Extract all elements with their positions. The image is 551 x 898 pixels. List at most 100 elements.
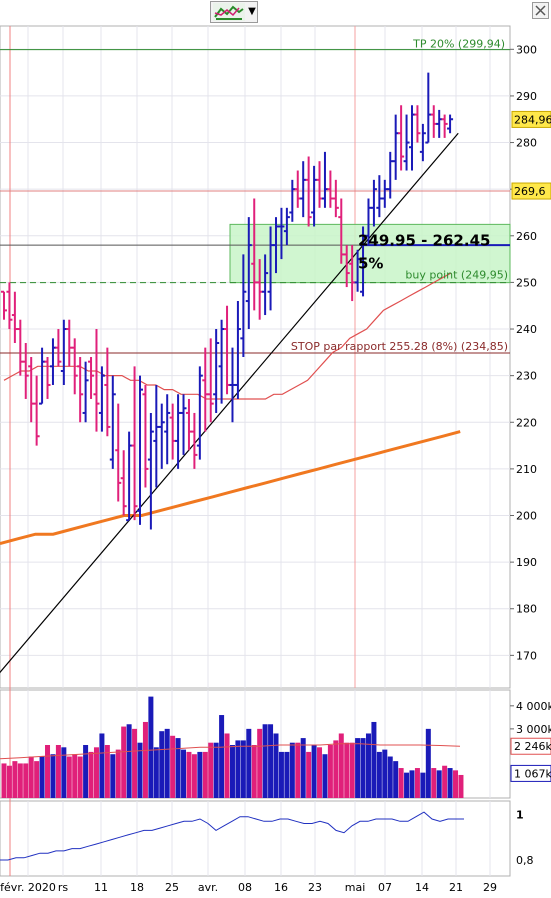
volume-bar [311,745,317,798]
volume-bar [17,763,23,798]
volume-bar [126,724,132,798]
volume-bar [431,768,437,798]
x-tick-label: 16 [274,881,288,894]
y-tick-label: 210 [516,463,537,476]
y-tick-label: 190 [516,556,537,569]
volume-bar [295,742,301,798]
volume-bar [355,738,361,798]
volume-bar [365,733,371,798]
volume-bar [132,728,138,798]
volume-bar [453,770,459,798]
volume-bar [398,768,404,798]
volume-bar [458,774,464,798]
volume-bar [317,747,323,798]
volume-bar [300,738,306,798]
volume-bar [208,742,214,798]
x-tick-label: 08 [238,881,252,894]
volume-bar [306,751,312,798]
volume-bar [409,770,415,798]
volume-bar [6,765,12,798]
buy-zone-range-label: 249.95 - 262.45 [358,231,490,249]
volume-bar [88,751,94,798]
osc-tick-1: 1 [516,808,524,821]
volume-bar [12,761,18,798]
volume-bar [387,756,393,798]
chart-indicator-icon[interactable] [213,3,245,21]
indicator-toolbar[interactable]: ▼ [210,1,258,23]
volume-bar [28,756,34,798]
volume-bar [420,772,426,798]
x-tick-label: avr. [198,881,218,894]
volume-bar [229,745,235,798]
volume-bar [202,751,208,798]
y-tick-label: 200 [516,510,537,523]
volume-bar [72,754,78,798]
volume-bar [39,756,45,798]
y-tick-label: 170 [516,649,537,662]
volume-bar [360,738,366,798]
volume-bar [278,751,284,798]
volume-bar [213,742,219,798]
volume-bar [197,751,203,798]
x-tick-label: 21 [449,881,463,894]
volume-bar [186,751,192,798]
volume-bar [148,696,154,798]
oscillator-panel [0,800,511,877]
x-tick-label: 25 [165,881,179,894]
volume-bar [121,726,127,798]
volume-bar [349,742,355,798]
y-tick-label: 230 [516,370,537,383]
volume-bar [414,768,420,798]
last-price-tag: 284,96 [514,113,551,126]
volume-bar [268,724,274,798]
x-tick-label: 07 [378,881,392,894]
volume-bar [425,728,431,798]
volume-bar [224,733,230,798]
volume-bar [50,754,56,798]
volume-bar [45,745,51,798]
x-tick-label: 11 [94,881,108,894]
vol-tick-3000: 3 000k [516,723,551,736]
y-tick-label: 180 [516,603,537,616]
volume-bar [251,745,257,798]
volume-bar [99,733,105,798]
volume-bar [219,715,225,798]
chevron-down-icon[interactable]: ▼ [247,4,257,20]
stop-label: STOP par rapport 255.28 (8%) (234,85) [291,340,508,353]
volume-bar [447,768,453,798]
volume-bar [246,728,252,798]
volume-bar [235,740,241,798]
buy-point-label: buy point (249,95) [405,269,508,282]
close-icon[interactable] [532,2,549,19]
x-tick-label: 23 [308,881,322,894]
x-tick-label: 29 [483,881,497,894]
stock-chart: 1701801902002102202302402502602702802903… [0,25,551,894]
volume-bar [93,747,99,798]
volume-bar [257,728,263,798]
volume-bar [376,751,382,798]
volume-bar [273,733,279,798]
volume-bar [393,761,399,798]
volume-bar [170,735,176,798]
vol-average-tag: 2 246k [514,740,551,753]
volume-bar [110,754,116,798]
x-tick-label: 14 [415,881,429,894]
volume-bar [240,740,246,798]
y-tick-label: 260 [516,230,537,243]
y-tick-label: 220 [516,416,537,429]
volume-bar [164,728,170,798]
volume-bar [322,754,328,798]
volume-bar [289,742,295,798]
osc-tick-0-8: 0,8 [516,854,534,867]
volume-bar [436,770,442,798]
volume-bar [371,721,377,798]
vol-tick-4000: 4 000k [516,700,551,713]
volume-bar [338,733,344,798]
volume-bar [175,738,181,798]
tp-label: TP 20% (299,94) [412,38,505,51]
volume-bar [159,731,165,798]
volume-bar [66,756,72,798]
volume-bar [23,763,29,798]
vol-last-tag: 1 067k [514,767,551,780]
volume-bar [181,749,187,798]
